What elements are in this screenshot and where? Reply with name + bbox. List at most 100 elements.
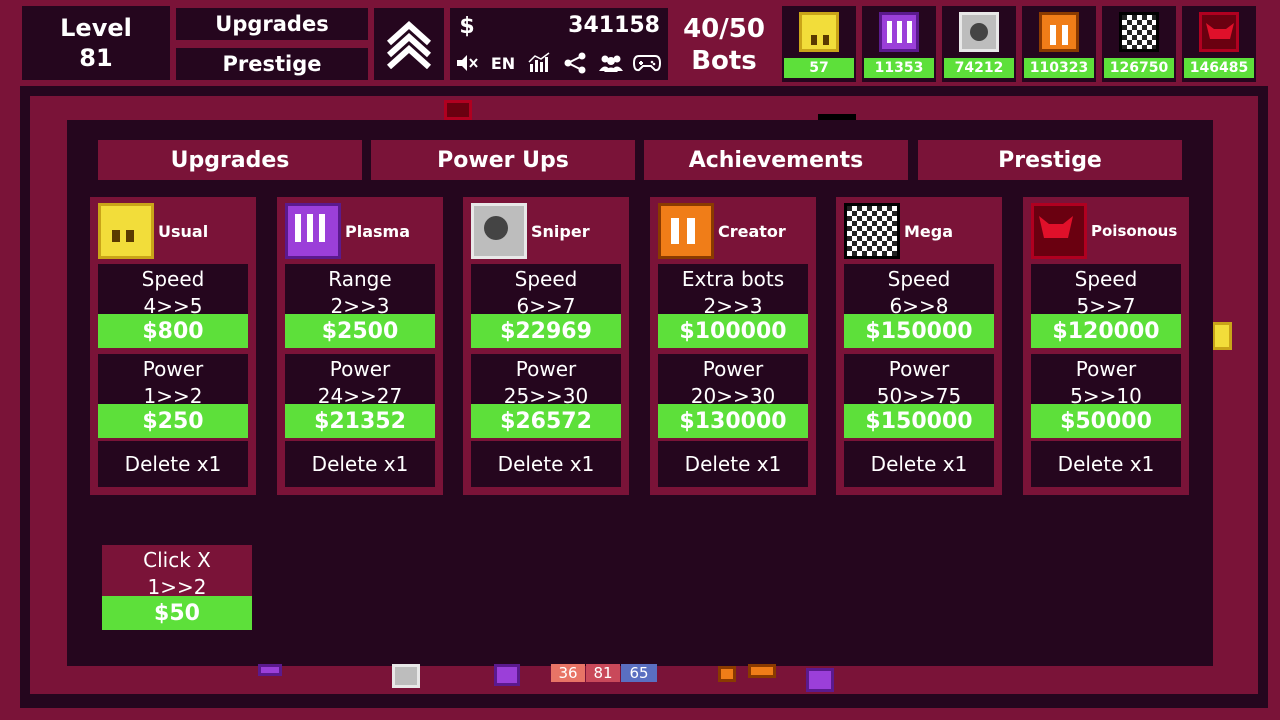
language-button[interactable]: EN xyxy=(486,48,520,78)
upgrade-name: Speed xyxy=(141,267,205,291)
creator-bot-icon xyxy=(1039,12,1079,52)
games-button[interactable] xyxy=(630,48,664,78)
buy-upgrade-button[interactable]: $2500 xyxy=(285,314,435,348)
upgrade-name: Power xyxy=(1075,357,1137,381)
upgrade-value: 24>>27 xyxy=(317,384,403,406)
roaming-bot[interactable] xyxy=(258,664,282,676)
buy-upgrade-button[interactable]: $250 xyxy=(98,404,248,438)
rank-up-button[interactable] xyxy=(374,8,444,80)
roaming-bot[interactable] xyxy=(392,664,420,688)
roaming-bot[interactable] xyxy=(748,664,776,678)
upgrade-slot-1: Speed 6>>7 $22969 xyxy=(471,264,621,348)
usual-bot-icon xyxy=(799,12,839,52)
delete-bot-button[interactable]: Delete x1 xyxy=(471,441,621,487)
people-icon xyxy=(599,55,623,72)
bots-count: 40/50 xyxy=(683,14,765,44)
delete-bot-button[interactable]: Delete x1 xyxy=(1031,441,1181,487)
level-display: Level 81 xyxy=(22,6,170,80)
plasma-bot-icon xyxy=(879,12,919,52)
share-button[interactable] xyxy=(558,48,592,78)
upgrade-slot-1: Extra bots 2>>3 $100000 xyxy=(658,264,808,348)
upgrade-slot-1: Speed 5>>7 $120000 xyxy=(1031,264,1181,348)
upgrade-value: 25>>30 xyxy=(503,384,589,406)
buy-upgrade-button[interactable]: $130000 xyxy=(658,404,808,438)
bots-counter: 40/50 Bots xyxy=(674,10,774,80)
bot-slot-creator[interactable]: 110323 xyxy=(1022,6,1096,82)
upgrade-name: Power xyxy=(888,357,950,381)
upgrades-button[interactable]: Upgrades xyxy=(176,8,368,40)
prestige-button[interactable]: Prestige xyxy=(176,48,368,80)
buy-upgrade-button[interactable]: $100000 xyxy=(658,314,808,348)
upgrade-name: Range xyxy=(328,267,392,291)
upgrade-slot-2: Power 5>>10 $50000 xyxy=(1031,354,1181,438)
roaming-bot[interactable] xyxy=(1212,322,1232,350)
roaming-bot[interactable] xyxy=(718,666,736,682)
upgrade-slot-2: Power 24>>27 $21352 xyxy=(285,354,435,438)
roaming-bot[interactable] xyxy=(806,668,834,692)
upgrade-value: 6>>8 xyxy=(889,294,949,316)
usual-bot-icon xyxy=(98,203,154,259)
bot-card-poisonous: Poisonous Speed 5>>7 $120000 Power 5>>10 $50… xyxy=(1023,197,1189,495)
top-bar: Level 81 Upgrades Prestige $ 341158 EN 4… xyxy=(0,0,1280,86)
bot-slot-usual[interactable]: 57 xyxy=(782,6,856,82)
bot-slot-plasma[interactable]: 11353 xyxy=(862,6,936,82)
bot-card-creator: Creator Extra bots 2>>3 $100000 Power 20>>3… xyxy=(650,197,816,495)
buy-upgrade-button[interactable]: $120000 xyxy=(1031,314,1181,348)
delete-bot-button[interactable]: Delete x1 xyxy=(658,441,808,487)
roaming-bot[interactable] xyxy=(444,100,472,120)
delete-bot-button[interactable]: Delete x1 xyxy=(285,441,435,487)
share-icon xyxy=(564,52,586,74)
mute-button[interactable] xyxy=(452,48,482,78)
upgrade-name: Power xyxy=(515,357,577,381)
tab-upgrades[interactable]: Upgrades xyxy=(98,140,362,180)
upgrade-value: 2>>3 xyxy=(703,294,763,316)
level-label: Level xyxy=(60,14,132,42)
damage-block: 81 xyxy=(586,664,620,682)
tab-prestige[interactable]: Prestige xyxy=(918,140,1182,180)
gamepad-icon xyxy=(633,55,661,72)
poisonous-bot-icon xyxy=(1199,12,1239,52)
upgrade-name: Speed xyxy=(887,267,951,291)
upgrade-value: 6>>7 xyxy=(516,294,576,316)
community-button[interactable] xyxy=(594,48,628,78)
delete-bot-button[interactable]: Delete x1 xyxy=(844,441,994,487)
card-title: Mega xyxy=(904,221,954,241)
bot-slot-poisonous[interactable]: 146485 xyxy=(1182,6,1256,82)
upgrade-name: Speed xyxy=(514,267,578,291)
mega-bot-icon xyxy=(844,203,900,259)
card-title: Plasma xyxy=(345,221,410,241)
card-title: Usual xyxy=(158,221,209,241)
stats-button[interactable] xyxy=(522,48,556,78)
damage-block: 36 xyxy=(551,664,585,682)
upgrade-slot-2: Power 25>>30 $26572 xyxy=(471,354,621,438)
upgrade-slot-2: Power 50>>75 $150000 xyxy=(844,354,994,438)
sniper-bot-icon xyxy=(471,203,527,259)
buy-upgrade-button[interactable]: $22969 xyxy=(471,314,621,348)
damage-block: 65 xyxy=(621,664,657,682)
bots-label: Bots xyxy=(691,46,757,76)
bot-slot-mega[interactable]: 126750 xyxy=(1102,6,1176,82)
bot-card-mega: Mega Speed 6>>8 $150000 Power 50>>75 $150000… xyxy=(836,197,1002,495)
bot-card-sniper: Sniper Speed 6>>7 $22969 Power 25>>30 $26572… xyxy=(463,197,629,495)
upgrade-name: Speed xyxy=(1074,267,1138,291)
delete-bot-button[interactable]: Delete x1 xyxy=(98,441,248,487)
upgrade-value: 20>>30 xyxy=(690,384,776,406)
buy-upgrade-button[interactable]: $800 xyxy=(98,314,248,348)
buy-upgrade-button[interactable]: $150000 xyxy=(844,314,994,348)
upgrade-value: 50>>75 xyxy=(876,384,962,406)
bot-card-plasma: Plasma Range 2>>3 $2500 Power 24>>27 $21352 … xyxy=(277,197,443,495)
money-panel: $ 341158 EN xyxy=(450,8,668,80)
tab-power-ups[interactable]: Power Ups xyxy=(371,140,635,180)
bot-count: 57 xyxy=(784,58,854,78)
buy-upgrade-button[interactable]: $150000 xyxy=(844,404,994,438)
sniper-bot-icon xyxy=(959,12,999,52)
tab-achievements[interactable]: Achievements xyxy=(644,140,908,180)
buy-upgrade-button[interactable]: $21352 xyxy=(285,404,435,438)
upgrade-name: Power xyxy=(702,357,764,381)
buy-click-upgrade-button[interactable]: $50 xyxy=(102,596,252,630)
bot-slot-sniper[interactable]: 74212 xyxy=(942,6,1016,82)
buy-upgrade-button[interactable]: $26572 xyxy=(471,404,621,438)
buy-upgrade-button[interactable]: $50000 xyxy=(1031,404,1181,438)
roaming-bot[interactable] xyxy=(494,664,520,686)
upgrade-name: Power xyxy=(329,357,391,381)
